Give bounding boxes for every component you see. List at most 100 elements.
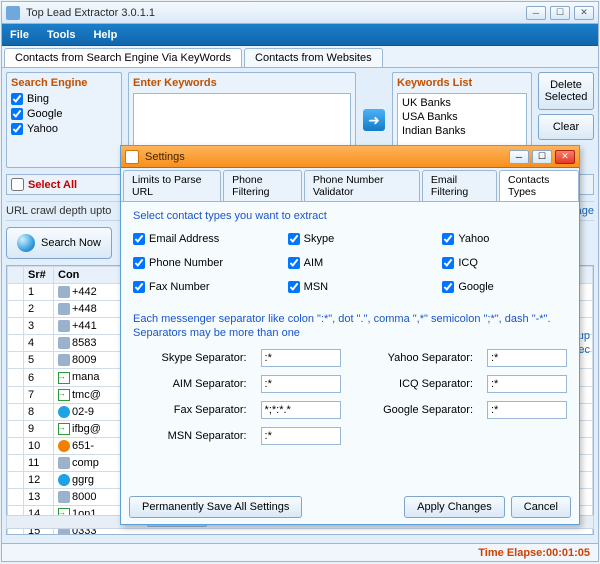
list-item[interactable]: UK Banks xyxy=(400,96,524,110)
tab-phone-filter[interactable]: Phone Filtering xyxy=(223,170,302,201)
types-hint: Select contact types you want to extract xyxy=(133,210,567,222)
fax-sep-label: Fax Separator: xyxy=(133,404,247,416)
msn-icon xyxy=(58,440,70,452)
phone-icon xyxy=(58,286,70,298)
icq-sep-label: ICQ Separator: xyxy=(355,378,473,390)
tab-contacts-types[interactable]: Contacts Types xyxy=(499,170,579,201)
phone-icon xyxy=(58,491,70,503)
settings-icon xyxy=(125,150,139,164)
check-fax[interactable] xyxy=(133,281,145,293)
list-item[interactable]: USA Banks xyxy=(400,110,524,124)
aim-sep-label: AIM Separator: xyxy=(133,378,247,390)
check-icq[interactable] xyxy=(442,257,454,269)
time-elapse-label: Time Elapse: xyxy=(478,547,546,559)
tab-phone-validator[interactable]: Phone Number Validator xyxy=(304,170,420,201)
dialog-maximize-button[interactable]: ☐ xyxy=(532,150,552,164)
perm-save-button[interactable]: Permanently Save All Settings xyxy=(129,496,302,518)
menu-file[interactable]: File xyxy=(10,29,29,41)
tab-search-engine[interactable]: Contacts from Search Engine Via KeyWords xyxy=(4,48,242,67)
yahoo-sep-input[interactable] xyxy=(487,349,567,367)
select-all-label: Select All xyxy=(28,179,77,191)
label-msn: MSN xyxy=(304,281,328,293)
select-all-checkbox[interactable] xyxy=(11,178,24,191)
check-yahoo2[interactable] xyxy=(442,233,454,245)
settings-dialog: Settings ─ ☐ ✕ Limits to Parse URL Phone… xyxy=(120,145,580,525)
add-keyword-button[interactable]: ➜ xyxy=(363,109,385,131)
maximize-button[interactable]: ☐ xyxy=(550,6,570,20)
skype-icon xyxy=(58,406,70,418)
tab-websites[interactable]: Contacts from Websites xyxy=(244,48,383,67)
check-aim[interactable] xyxy=(288,257,300,269)
phone-icon xyxy=(58,303,70,315)
statusbar: Time Elapse: 00:01:05 xyxy=(2,543,598,561)
menubar: File Tools Help xyxy=(2,24,598,46)
depth-label: URL crawl depth upto xyxy=(6,205,111,217)
phone-icon xyxy=(58,354,70,366)
globe-icon xyxy=(17,234,35,252)
check-msn[interactable] xyxy=(288,281,300,293)
main-tabs: Contacts from Search Engine Via KeyWords… xyxy=(2,46,598,68)
search-engine-title: Search Engine xyxy=(11,77,117,89)
cancel-button[interactable]: Cancel xyxy=(511,496,571,518)
skype-sep-input[interactable] xyxy=(261,349,341,367)
check-yahoo[interactable] xyxy=(11,123,23,135)
label-aim: AIM xyxy=(304,257,324,269)
tab-email-filter[interactable]: Email Filtering xyxy=(422,170,497,201)
check-google2[interactable] xyxy=(442,281,454,293)
tab-limits[interactable]: Limits to Parse URL xyxy=(123,170,221,201)
label-yahoo2: Yahoo xyxy=(458,233,489,245)
dialog-close-button[interactable]: ✕ xyxy=(555,150,575,164)
google-sep-input[interactable] xyxy=(487,401,567,419)
window-title: Top Lead Extractor 3.0.1.1 xyxy=(26,7,526,19)
titlebar[interactable]: Top Lead Extractor 3.0.1.1 ─ ☐ ✕ xyxy=(2,2,598,24)
search-now-button[interactable]: Search Now xyxy=(6,227,112,259)
label-google: Google xyxy=(27,108,62,120)
label-bing: Bing xyxy=(27,93,49,105)
phone-icon xyxy=(58,337,70,349)
clear-button[interactable]: Clear xyxy=(538,114,594,140)
phone-icon xyxy=(58,457,70,469)
delete-selected-button[interactable]: Delete Selected xyxy=(538,72,594,110)
skype-sep-label: Skype Separator: xyxy=(133,352,247,364)
check-google[interactable] xyxy=(11,108,23,120)
dialog-tabs: Limits to Parse URL Phone Filtering Phon… xyxy=(121,168,579,202)
search-engine-panel: Search Engine Bing Google Yahoo xyxy=(6,72,122,168)
dialog-body: Select contact types you want to extract… xyxy=(121,202,579,510)
skype-icon xyxy=(58,474,70,486)
label-fax: Fax Number xyxy=(149,281,210,293)
menu-help[interactable]: Help xyxy=(93,29,117,41)
phone-icon xyxy=(58,320,70,332)
mail-icon xyxy=(58,389,70,401)
aim-sep-input[interactable] xyxy=(261,375,341,393)
keywords-list-title: Keywords List xyxy=(397,77,527,89)
mail-icon xyxy=(58,372,70,384)
list-item[interactable]: Indian Banks xyxy=(400,124,524,138)
close-button[interactable]: ✕ xyxy=(574,6,594,20)
label-skype: Skype xyxy=(304,233,335,245)
fax-sep-input[interactable] xyxy=(261,401,341,419)
search-now-label: Search Now xyxy=(41,237,101,249)
check-bing[interactable] xyxy=(11,93,23,105)
col-sr[interactable]: Sr# xyxy=(24,267,54,284)
label-google2: Google xyxy=(458,281,493,293)
msn-sep-input[interactable] xyxy=(261,427,341,445)
mail-icon xyxy=(58,423,70,435)
check-email[interactable] xyxy=(133,233,145,245)
label-icq: ICQ xyxy=(458,257,478,269)
minimize-button[interactable]: ─ xyxy=(526,6,546,20)
label-yahoo: Yahoo xyxy=(27,123,58,135)
icq-sep-input[interactable] xyxy=(487,375,567,393)
app-icon xyxy=(6,6,20,20)
apply-changes-button[interactable]: Apply Changes xyxy=(404,496,505,518)
dialog-title: Settings xyxy=(145,151,509,163)
google-sep-label: Google Separator: xyxy=(355,404,473,416)
msn-sep-label: MSN Separator: xyxy=(133,430,247,442)
check-phone[interactable] xyxy=(133,257,145,269)
dialog-minimize-button[interactable]: ─ xyxy=(509,150,529,164)
time-elapse-value: 00:01:05 xyxy=(546,547,590,559)
enter-keywords-title: Enter Keywords xyxy=(133,77,351,89)
dialog-titlebar[interactable]: Settings ─ ☐ ✕ xyxy=(121,146,579,168)
menu-tools[interactable]: Tools xyxy=(47,29,76,41)
separator-note: Each messenger separator like colon ":*"… xyxy=(133,312,567,341)
check-skype[interactable] xyxy=(288,233,300,245)
